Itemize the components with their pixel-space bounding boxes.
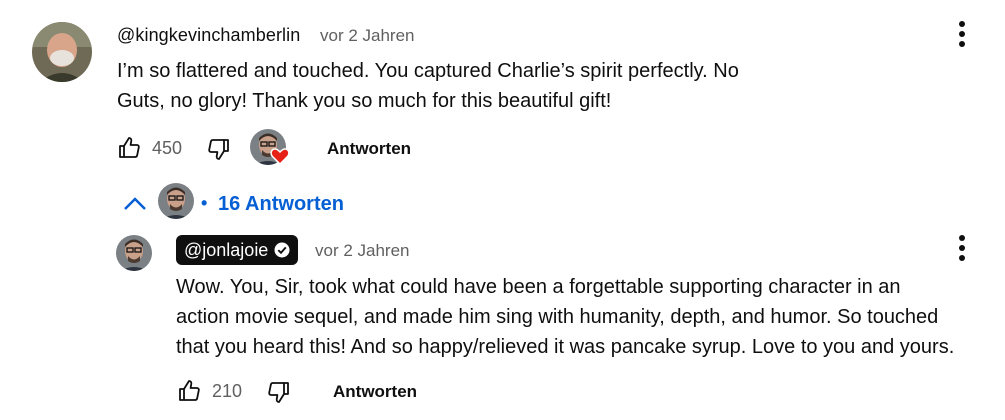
comment-text: I’m so flattered and touched. You captur…	[117, 56, 817, 116]
chevron-up-icon	[124, 197, 146, 210]
reply-text-line: that you heard this! And so happy/reliev…	[176, 336, 955, 358]
author-avatar[interactable]	[32, 22, 92, 82]
replier-avatar-small	[158, 183, 194, 219]
comment-author[interactable]: @kingkevinchamberlin	[117, 25, 300, 46]
dislike-button[interactable]	[206, 136, 232, 162]
reply-author-badge[interactable]: @jonlajoie	[176, 235, 299, 265]
replies-toggle[interactable]: • 16 Antworten	[120, 183, 360, 223]
reply-button[interactable]: Antworten	[327, 139, 411, 159]
like-count: 450	[152, 138, 183, 158]
like-button[interactable]	[116, 135, 142, 161]
comment-text-line: Guts, no glory! Thank you so much for th…	[117, 90, 612, 112]
thumbs-up-icon	[119, 137, 140, 158]
reply-time[interactable]: vor 2 Jahren	[315, 241, 410, 261]
heart-icon	[270, 148, 290, 165]
reply-reply-button[interactable]: Antworten	[333, 382, 417, 402]
reply-text: Wow. You, Sir, took what could have been…	[176, 272, 1001, 362]
comment-more-button[interactable]	[950, 20, 974, 48]
reply-like-count: 210	[212, 381, 243, 401]
reply-text-line: action movie sequel, and made him sing w…	[176, 306, 939, 328]
replies-count: 16 Antworten	[218, 193, 344, 215]
reply-text-line: Wow. You, Sir, took what could have been…	[176, 276, 901, 298]
replies-bullet: •	[201, 193, 208, 213]
comment-text-line: I’m so flattered and touched. You captur…	[117, 60, 739, 82]
thumbs-down-icon	[208, 139, 229, 160]
reply-like-button[interactable]	[176, 378, 202, 404]
more-vert-icon	[959, 235, 965, 261]
reply-author-avatar[interactable]	[116, 235, 152, 271]
verified-check-icon	[274, 242, 290, 258]
more-vert-icon	[959, 21, 965, 47]
reply-dislike-button[interactable]	[266, 379, 292, 405]
creator-heart	[250, 129, 290, 167]
thumbs-down-icon	[268, 382, 289, 403]
reply-author: @jonlajoie	[184, 239, 269, 260]
reply-more-button[interactable]	[950, 234, 974, 262]
comment-time[interactable]: vor 2 Jahren	[320, 26, 415, 46]
thumbs-up-icon	[179, 380, 200, 401]
